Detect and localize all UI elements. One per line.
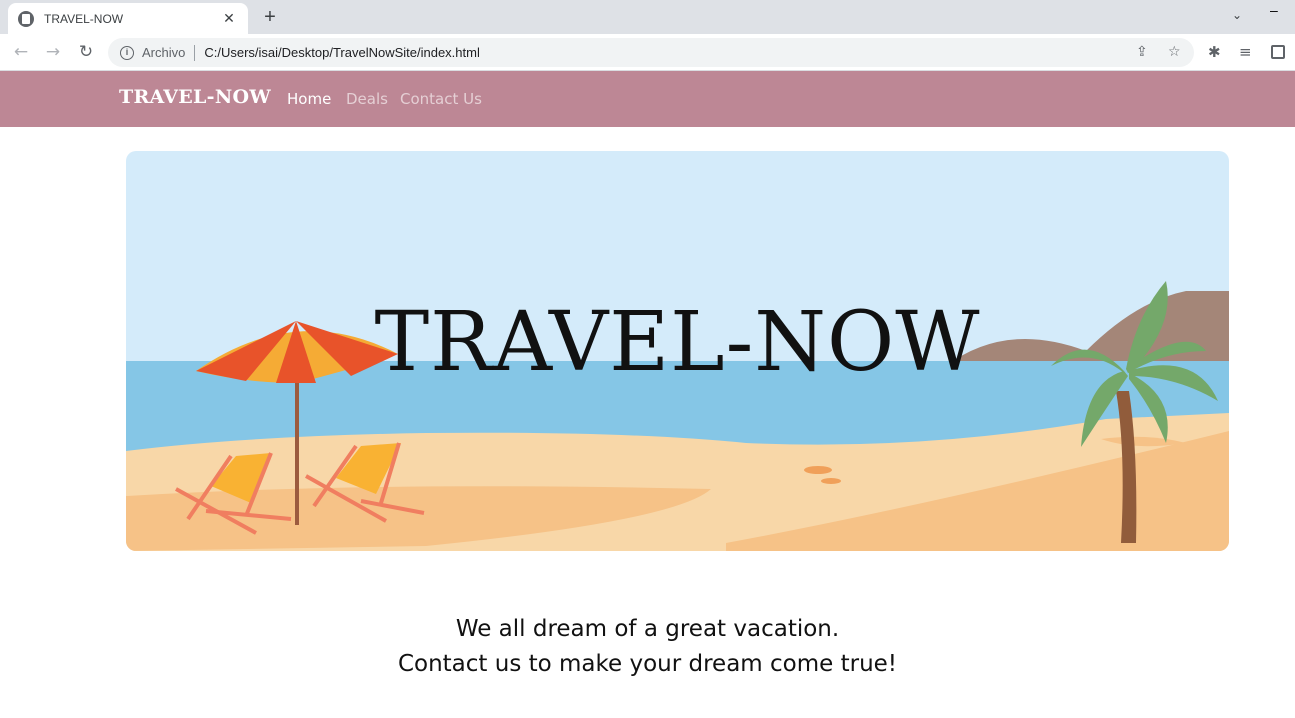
tagline-line-1: We all dream of a great vacation. [455, 616, 840, 642]
bookmark-star-icon[interactable]: ☆ [1168, 44, 1181, 60]
url-text[interactable]: C:/Users/isai/Desktop/TravelNowSite/inde… [204, 45, 480, 60]
address-bar[interactable]: i Archivo C:/Users/isai/Desktop/TravelNo… [108, 38, 1194, 67]
nav-link-deals[interactable]: Deals [346, 90, 388, 108]
tagline: We all dream of a great vacation. Contac… [0, 612, 1295, 682]
site-brand[interactable]: TRAVEL-NOW [119, 86, 271, 108]
share-icon[interactable]: ⇪ [1136, 44, 1148, 60]
close-tab-icon[interactable]: ✕ [220, 10, 238, 27]
nav-link-home[interactable]: Home [287, 90, 331, 108]
extensions-puzzle-icon[interactable]: ✱ [1208, 43, 1221, 61]
reload-icon[interactable]: ↻ [74, 40, 98, 64]
browser-toolbar: ← → ↻ i Archivo C:/Users/isai/Desktop/Tr… [0, 34, 1295, 71]
hero-title: TRAVEL-NOW [374, 295, 981, 390]
minimize-window-icon[interactable]: – [1270, 2, 1278, 18]
back-arrow-icon[interactable]: ← [9, 40, 33, 64]
new-tab-icon[interactable]: + [258, 6, 282, 30]
site-navbar: TRAVEL-NOW Home Deals Contact Us [0, 71, 1295, 127]
tab-search-chevron-icon[interactable]: ⌄ [1232, 8, 1242, 22]
tab-title: TRAVEL-NOW [44, 11, 124, 26]
origin-chip: Archivo [142, 44, 196, 61]
hero-banner: TRAVEL-NOW [126, 151, 1229, 551]
tagline-line-2: Contact us to make your dream come true! [397, 651, 898, 677]
site-info-icon[interactable]: i [120, 45, 134, 60]
media-controls-icon[interactable]: ≡ [1239, 43, 1252, 61]
browser-tabstrip: TRAVEL-NOW ✕ + ⌄ – [0, 0, 1295, 34]
nav-link-contact[interactable]: Contact Us [400, 90, 482, 108]
page-favicon-icon [18, 10, 34, 27]
forward-arrow-icon[interactable]: → [41, 40, 65, 64]
browser-tab[interactable]: TRAVEL-NOW ✕ [8, 3, 248, 34]
side-panel-icon[interactable] [1271, 45, 1285, 59]
